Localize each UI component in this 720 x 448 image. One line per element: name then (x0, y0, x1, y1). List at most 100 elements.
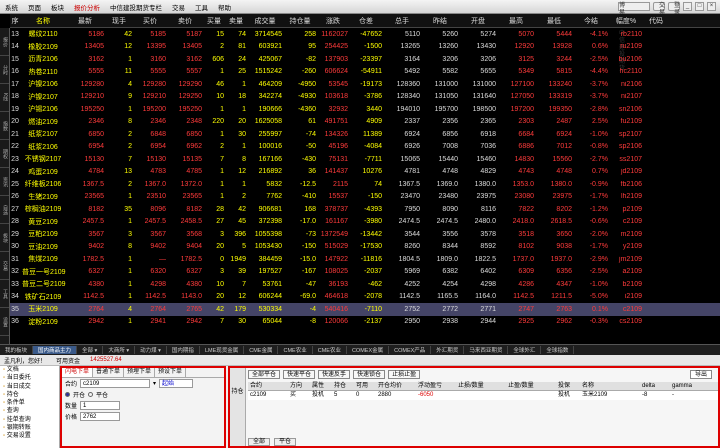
left-tab[interactable]: 自选 (0, 196, 9, 224)
column-header[interactable]: 现手 (106, 16, 134, 26)
table-row[interactable]: 23 不锈钢2107 15130 7 15130 15135 7 8 167166 -430 751… (10, 153, 720, 166)
positions-footer-button[interactable]: 平仓 (274, 438, 297, 446)
column-header[interactable]: 代码 (644, 16, 670, 26)
board-tab[interactable]: LME现货金属 (200, 346, 245, 354)
column-header[interactable]: 卖量 (226, 16, 248, 26)
table-row[interactable]: 30 豆油2109 9402 8 9402 9404 20 5 1053430 -150 51502… (10, 241, 720, 254)
column-header[interactable]: 序 (10, 16, 22, 26)
menu-item[interactable]: 帮助 (213, 2, 236, 12)
tree-item[interactable]: ▫ 挂单查询 (0, 416, 59, 424)
table-row[interactable]: 24 鸡蛋2109 4784 13 4783 4785 1 12 216892 36 141437 1… (10, 166, 720, 179)
column-header[interactable]: 买价 (134, 16, 168, 26)
left-tab[interactable]: K线 (0, 84, 9, 112)
position-column-header[interactable]: 止损/数量 (456, 382, 506, 390)
board-tab[interactable]: 全球指数 (541, 346, 575, 354)
tree-item[interactable]: ▫ 查询 (0, 407, 59, 415)
menu-item[interactable]: 中信建投期货专栏 (105, 2, 167, 12)
table-row[interactable]: 34 铁矿石2109 1142.5 1 1142.5 1143.0 20 12 606244 -6… (10, 291, 720, 304)
menu-item[interactable]: 板块 (46, 2, 69, 12)
dropdown-chevron-icon[interactable]: ▾ (153, 380, 156, 387)
position-column-header[interactable]: 名称 (580, 382, 640, 390)
order-tab[interactable]: 预埋下单 (124, 368, 156, 377)
order-tab[interactable]: 闪电下单 (62, 368, 94, 377)
positions-footer-button[interactable]: 全部 (248, 438, 271, 446)
board-tab[interactable]: 全球外汇 (508, 346, 542, 354)
table-row[interactable]: 17 沪镍2106 129280 4 129280 129290 46 1 464209 -495… (10, 78, 720, 91)
board-tab[interactable]: CME金属 (244, 346, 279, 354)
position-column-header[interactable]: delta (640, 382, 670, 390)
column-header[interactable]: 持仓量 (284, 16, 318, 26)
table-row[interactable]: 13 螺纹2110 5186 42 5185 5187 15 74 3714545 258 1162… (10, 28, 720, 41)
column-header[interactable]: 仓差 (350, 16, 384, 26)
column-header[interactable]: 买量 (204, 16, 226, 26)
board-tab[interactable]: 大商所 ▾ (103, 346, 136, 354)
position-column-header[interactable]: 浮动盈亏 (416, 382, 456, 390)
left-tab[interactable]: 报价 (0, 28, 9, 56)
board-tab[interactable]: 国内期指 (167, 346, 200, 354)
board-tab[interactable]: CME农业 (278, 346, 313, 354)
table-row[interactable]: 26 生猪2109 23565 1 23510 23565 1 2 7762 -410 15537 -… (10, 191, 720, 204)
board-tab[interactable]: 全部 ▾ (77, 346, 104, 354)
column-header[interactable]: 最低 (536, 16, 574, 26)
login-button[interactable]: 登录 (668, 2, 680, 16)
tree-item[interactable]: ▫ 条件单 (0, 399, 59, 407)
menu-item[interactable]: 系统 (0, 2, 23, 12)
board-tab[interactable]: 动力煤 ▾ (135, 346, 167, 354)
position-action-button[interactable]: 快速反手 (318, 370, 351, 379)
board-tab[interactable]: 马来西亚期货 (464, 346, 509, 354)
position-column-header[interactable]: 开仓均价 (376, 382, 416, 390)
left-tab[interactable]: 板块 (0, 224, 9, 252)
position-action-button[interactable]: 止损止盈 (388, 370, 421, 379)
column-header[interactable]: 名称 (22, 16, 66, 26)
close-icon[interactable]: × (707, 2, 716, 11)
board-tab[interactable]: 我的板块 (0, 346, 34, 354)
position-action-button[interactable]: 快速锁仓 (353, 370, 386, 379)
table-row[interactable]: 28 黄豆2109 2457.5 1 2457.5 2458.5 27 45 372398 -17… (10, 216, 720, 229)
table-row[interactable]: 35 玉米2109 2764 4 2764 2765 42 179 530334 -4 540416… (10, 303, 720, 316)
position-column-header[interactable]: gamma (670, 382, 700, 390)
menu-item[interactable]: 交易 (167, 2, 190, 12)
left-tab[interactable]: 设置 (0, 308, 9, 336)
left-tab[interactable]: 资讯 (0, 168, 9, 196)
contract-input[interactable]: c2109 (80, 379, 151, 388)
menu-item[interactable]: 工具 (190, 2, 213, 12)
column-header[interactable]: 总手 (384, 16, 422, 26)
column-header[interactable]: 昨结 (422, 16, 460, 26)
table-row[interactable]: 14 橡胶2109 13405 12 13395 13405 2 81 603921 95 2544… (10, 41, 720, 54)
table-row[interactable]: 19 沪锡2106 195250 1 195200 195250 1 1 190666 -4360… (10, 103, 720, 116)
table-row[interactable]: 25 纤维板2106 1367.5 2 1367.0 1372.0 1 1 5832 -12.5 2… (10, 178, 720, 191)
menu-item[interactable]: 页面 (23, 2, 46, 12)
table-row[interactable]: 36 淀粉2109 2942 1 2941 2942 7 30 65044 -8 120066 -21… (10, 316, 720, 329)
close-radio[interactable] (88, 392, 94, 397)
position-column-header[interactable]: 止盈/数量 (506, 382, 556, 390)
table-row[interactable]: 27 棕榈油2109 8182 35 8096 8182 28 42 906681 168 3787… (10, 203, 720, 216)
tree-item[interactable]: ▫ 文档 (0, 366, 59, 374)
tree-item[interactable]: ▫ 交易设置 (0, 432, 59, 440)
column-header[interactable]: 今结 (574, 16, 610, 26)
order-tab[interactable]: 普通下单 (93, 368, 125, 377)
position-column-header[interactable]: 可用 (354, 382, 376, 390)
tree-item[interactable]: ▫ 当日成交 (0, 383, 59, 391)
price-input[interactable]: 2762 (80, 412, 121, 421)
left-tab[interactable]: 期权 (0, 140, 9, 168)
market-select[interactable]: 起始 (159, 379, 194, 388)
column-header[interactable]: 最高 (498, 16, 536, 26)
table-row[interactable]: 33 普豆二号2109 4380 1 4298 4380 10 7 53761 -47 36193 -… (10, 278, 720, 291)
left-tab[interactable]: 工具 (0, 280, 9, 308)
position-action-button[interactable]: 全部平仓 (248, 370, 281, 379)
left-tab[interactable]: 交易 (0, 252, 9, 280)
table-row[interactable]: 18 沪镍2107 129210 9 129210 129250 10 18 342274 -49… (10, 91, 720, 104)
open-radio[interactable] (65, 392, 70, 397)
column-header[interactable]: 涨跌 (318, 16, 350, 26)
minimize-icon[interactable]: _ (683, 2, 692, 11)
trade-button[interactable]: 交易 (653, 2, 665, 16)
position-action-button[interactable]: 快速平仓 (283, 370, 316, 379)
table-row[interactable]: 32 普豆一号2109 6327 1 6320 6327 3 39 197527 -167 1080… (10, 266, 720, 279)
position-column-header[interactable]: 方向 (288, 382, 310, 390)
menu-item[interactable]: 报价分析 (69, 2, 105, 12)
left-tab[interactable]: 分时 (0, 56, 9, 84)
position-column-header[interactable]: 属性 (310, 382, 332, 390)
table-row[interactable]: 20 燃油2109 2346 8 2346 2348 220 20 1625058 61 49175… (10, 116, 720, 129)
tree-item[interactable]: ▫ 持仓 (0, 391, 59, 399)
left-tab[interactable]: 指数 (0, 112, 9, 140)
